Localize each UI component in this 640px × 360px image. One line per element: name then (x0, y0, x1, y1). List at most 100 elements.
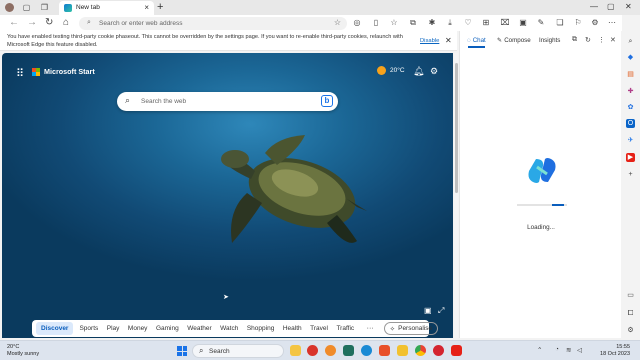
downloads-icon[interactable]: ⤓ (445, 18, 455, 28)
media-icon[interactable]: ▣ (518, 18, 528, 28)
apps-icon[interactable]: ⊞ (481, 18, 491, 28)
home-icon[interactable]: ⌂ (63, 17, 69, 29)
brave-icon[interactable] (379, 345, 390, 356)
edit-icon[interactable]: ✎ (536, 18, 546, 28)
favorites-icon[interactable]: ☆ (389, 18, 399, 28)
app-launcher-icon[interactable]: ⠿ (16, 67, 24, 80)
sidebar-settings-icon[interactable]: ⚙ (626, 326, 635, 335)
disable-link[interactable]: Disable (420, 38, 439, 44)
tab-insights[interactable]: Insights (539, 37, 560, 44)
sidebar-search-icon[interactable]: ⌕ (626, 37, 635, 46)
nav-play[interactable]: Play (107, 325, 120, 332)
weather-widget[interactable]: 20°C (377, 66, 405, 75)
drop-icon[interactable]: ✈ (626, 136, 635, 145)
workspaces-icon[interactable]: ▢ (22, 3, 31, 12)
tab-chat[interactable]: ◌ Chat (467, 37, 486, 44)
scrollbar-thumb[interactable] (454, 63, 458, 193)
nav-sports[interactable]: Sports (79, 325, 98, 332)
youtube-icon[interactable]: ▶ (626, 153, 635, 162)
taskbar-search[interactable]: ⌕ Search (192, 344, 284, 358)
close-window-button[interactable]: ✕ (625, 2, 632, 11)
nav-shopping[interactable]: Shopping (247, 325, 274, 332)
refresh-panel-icon[interactable]: ↻ (585, 36, 591, 44)
nav-travel[interactable]: Travel (310, 325, 328, 332)
copy-icon[interactable]: ❏ (555, 18, 565, 28)
nav-discover[interactable]: Discover (36, 322, 74, 335)
brand-title[interactable]: Microsoft Start (44, 67, 95, 76)
open-in-new-icon[interactable]: ⧉ (572, 36, 577, 44)
taskbar-search-label: Search (209, 348, 230, 355)
taskbar-clock[interactable]: 15:55 18 Oct 2023 (594, 344, 630, 358)
nav-gaming[interactable]: Gaming (156, 325, 179, 332)
edge-app-icon[interactable] (307, 345, 318, 356)
tab-compose[interactable]: ✎ Compose (497, 37, 531, 44)
more-nav-icon[interactable]: ··· (367, 325, 374, 332)
nav-weather[interactable]: Weather (187, 325, 211, 332)
panel-more-icon[interactable]: ⋮ (598, 36, 605, 44)
network-icon[interactable]: ◔ (555, 346, 559, 353)
address-input[interactable]: Search or enter web address (99, 20, 182, 27)
more-menu-icon[interactable]: ⋯ (607, 18, 617, 28)
tab-compose-label: Compose (504, 37, 531, 44)
firefox-icon[interactable] (325, 345, 336, 356)
nav-watch[interactable]: Watch (220, 325, 238, 332)
forward-icon[interactable]: → (27, 17, 37, 29)
bing-chat-icon[interactable]: b (321, 95, 333, 107)
web-search-box[interactable]: ⌕ Search the web b (117, 92, 338, 111)
start-button-icon[interactable] (177, 346, 187, 356)
screen-icon[interactable]: ▭ (626, 291, 635, 300)
minimize-button[interactable]: — (590, 2, 598, 11)
tab-actions-icon[interactable]: ❐ (40, 3, 49, 12)
profile-avatar-icon[interactable] (5, 3, 14, 12)
nav-health[interactable]: Health (283, 325, 302, 332)
copilot-sidebar-icon[interactable]: ◆ (626, 53, 635, 62)
search-input[interactable]: Search the web (141, 98, 186, 105)
taskbar-weather[interactable]: 20°C Mostly sunny (7, 344, 39, 358)
notifications-bell-icon[interactable]: 🔔︎ (413, 66, 424, 77)
notes-icon[interactable] (397, 345, 408, 356)
nav-traffic[interactable]: Traffic (336, 325, 354, 332)
nav-money[interactable]: Money (128, 325, 148, 332)
add-sidebar-app-icon[interactable]: + (626, 170, 635, 179)
refresh-icon[interactable]: ↻ (45, 17, 53, 29)
close-tab-icon[interactable]: × (144, 3, 149, 12)
page-scrollbar[interactable] (454, 53, 458, 338)
youtube-app-icon[interactable] (451, 345, 462, 356)
edge-browser-icon[interactable] (361, 345, 372, 356)
terminal-icon[interactable] (343, 345, 354, 356)
tab-chat-label: Chat (472, 37, 486, 44)
search-icon: ⌕ (199, 346, 204, 355)
split-view-icon[interactable]: ⧠ (626, 309, 635, 318)
copilot-sidepanel: ◌ Chat ✎ Compose Insights ⧉ ↻ ⋮ ✕ Loading.… (459, 31, 621, 338)
feedback-icon[interactable]: ⚐ (573, 18, 583, 28)
chrome-icon[interactable] (415, 345, 426, 356)
back-icon[interactable]: ← (9, 17, 19, 29)
tab-new-tab[interactable]: New tab × (59, 1, 154, 15)
settings-more-icon[interactable]: ⚙ (590, 18, 600, 28)
image-info-icon[interactable]: ▣ (424, 306, 432, 315)
collections-icon[interactable]: ⧉ (408, 18, 418, 28)
favorite-star-icon[interactable]: ☆ (334, 18, 341, 27)
volume-icon[interactable]: ◁ (577, 346, 582, 354)
tools-icon[interactable]: ✚ (626, 87, 635, 96)
split-screen-icon[interactable]: ▯ (371, 18, 381, 28)
games-icon[interactable]: ✿ (626, 103, 635, 112)
web-capture-icon[interactable]: ⌧ (500, 18, 510, 28)
new-tab-button[interactable]: + (157, 1, 163, 13)
wifi-icon[interactable]: ≋ (566, 346, 571, 354)
close-panel-icon[interactable]: ✕ (610, 36, 616, 44)
extensions-puzzle-icon[interactable]: ✱ (427, 18, 437, 28)
personalise-button[interactable]: ✧ Personalise (383, 322, 439, 335)
close-infobar-icon[interactable]: ✕ (445, 36, 452, 45)
maximize-button[interactable]: ▢ (607, 2, 615, 11)
browser-essentials-icon[interactable]: ♡ (463, 18, 473, 28)
outlook-icon[interactable]: O (626, 119, 635, 128)
shopping-icon[interactable]: ▤ (626, 70, 635, 79)
address-bar[interactable]: ⌕ Search or enter web address ☆ (79, 16, 347, 30)
page-settings-gear-icon[interactable]: ⚙ (430, 66, 438, 77)
extension-icon[interactable]: ◎ (352, 18, 362, 28)
file-explorer-icon[interactable] (290, 345, 301, 356)
opera-icon[interactable] (433, 345, 444, 356)
tray-chevron-icon[interactable]: ⌃ (537, 346, 542, 354)
expand-icon[interactable]: ⤢ (438, 306, 444, 316)
